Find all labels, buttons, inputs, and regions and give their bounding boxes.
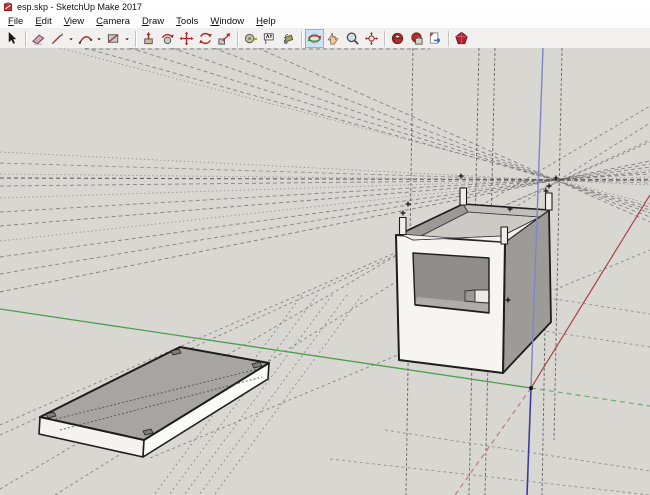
scale-tool[interactable] bbox=[215, 29, 234, 48]
get-models-tool[interactable] bbox=[407, 29, 426, 48]
zoom-tool[interactable] bbox=[343, 29, 362, 48]
text-tool[interactable] bbox=[260, 29, 279, 48]
menu-item-tools[interactable]: Tools bbox=[170, 15, 204, 28]
axes-origin bbox=[529, 386, 533, 390]
extension-warehouse-tool[interactable] bbox=[452, 29, 471, 48]
rectangle-tool[interactable] bbox=[104, 29, 123, 48]
line-tool[interactable] bbox=[48, 29, 67, 48]
menu-item-view[interactable]: View bbox=[58, 15, 90, 28]
select-tool[interactable] bbox=[3, 29, 22, 48]
line-dropdown-icon[interactable] bbox=[67, 29, 76, 48]
3d-warehouse-tool[interactable] bbox=[388, 29, 407, 48]
menu-item-window[interactable]: Window bbox=[204, 15, 250, 28]
toolbar-separator bbox=[384, 31, 385, 47]
orbit-tool[interactable] bbox=[305, 29, 324, 48]
push-pull-tool[interactable] bbox=[139, 29, 158, 48]
follow-me-tool[interactable] bbox=[158, 29, 177, 48]
sketchup-window: esp.skp - SketchUp Make 2017 FileEditVie… bbox=[0, 0, 650, 495]
menu-item-draw[interactable]: Draw bbox=[136, 15, 170, 28]
toolbar-separator bbox=[448, 31, 449, 47]
move-tool[interactable] bbox=[177, 29, 196, 48]
pan-tool[interactable] bbox=[324, 29, 343, 48]
menu-item-camera[interactable]: Camera bbox=[90, 15, 136, 28]
menu-bar: FileEditViewCameraDrawToolsWindowHelp bbox=[0, 14, 650, 28]
window-titlebar[interactable]: esp.skp - SketchUp Make 2017 bbox=[0, 0, 650, 14]
rectangle-dropdown-icon[interactable] bbox=[123, 29, 132, 48]
toolbar-separator bbox=[25, 31, 26, 47]
toolbar-separator bbox=[237, 31, 238, 47]
menu-item-help[interactable]: Help bbox=[250, 15, 282, 28]
rotate-tool[interactable] bbox=[196, 29, 215, 48]
paint-bucket-tool[interactable] bbox=[279, 29, 298, 48]
share-model-tool[interactable] bbox=[426, 29, 445, 48]
arc-dropdown-icon[interactable] bbox=[95, 29, 104, 48]
menu-item-file[interactable]: File bbox=[2, 15, 29, 28]
window-connector bbox=[465, 290, 489, 303]
drawing-canvas[interactable] bbox=[0, 48, 650, 495]
arc-tool[interactable] bbox=[76, 29, 95, 48]
app-icon bbox=[3, 2, 13, 12]
eraser-tool[interactable] bbox=[29, 29, 48, 48]
toolbar-separator bbox=[135, 31, 136, 47]
zoom-extents-tool[interactable] bbox=[362, 29, 381, 48]
toolbar-separator bbox=[301, 31, 302, 47]
toolbar bbox=[0, 28, 650, 50]
window-title: esp.skp - SketchUp Make 2017 bbox=[17, 2, 142, 12]
menu-item-edit[interactable]: Edit bbox=[29, 15, 57, 28]
tape-measure-tool[interactable] bbox=[241, 29, 260, 48]
